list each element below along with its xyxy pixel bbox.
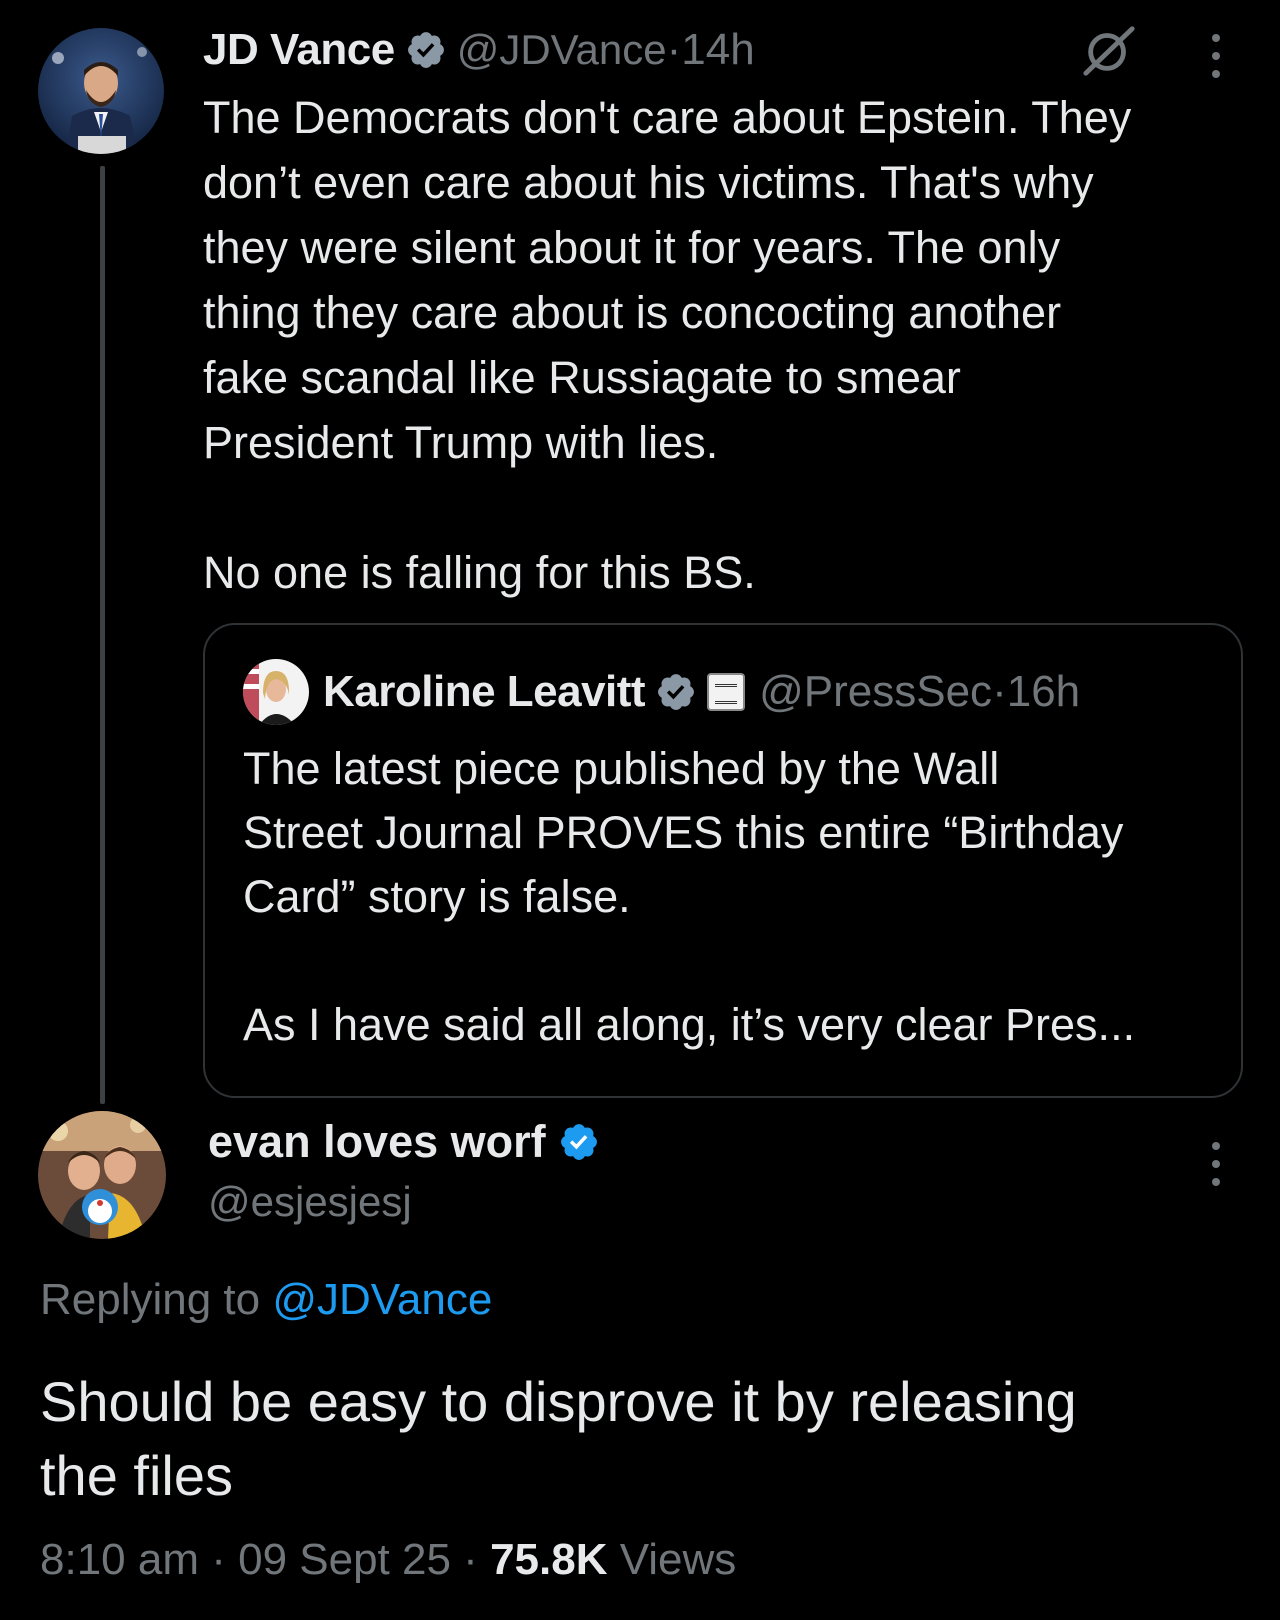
evan-avatar[interactable] [38,1111,166,1239]
post-time[interactable]: 8:10 am [40,1535,199,1584]
post-date[interactable]: 09 Sept 25 [238,1535,451,1584]
verified-badge-icon[interactable] [655,671,697,713]
reply-handle[interactable]: @esjesjesj [208,1178,610,1226]
meta-separator: · [450,1535,491,1584]
quoted-post-header: Karoline Leavitt @PressSec · 16h [243,659,1080,725]
verified-badge-icon[interactable] [558,1121,600,1163]
reply-post-text: Should be easy to disprove it by releasi… [40,1365,1240,1513]
parent-text-line: they were silent about it for years. The… [203,222,1061,273]
header-separator: · [992,667,1007,716]
white-house-badge-icon[interactable] [707,673,746,711]
reply-text-line: the files [40,1444,233,1507]
quoted-handle[interactable]: @PressSec [759,667,992,717]
parent-text-line: don’t even care about his victims. That'… [203,157,1094,208]
quoted-post-text: The latest piece published by the Wall S… [243,737,1213,1057]
quoted-text-line: Card” story is false. [243,871,631,922]
jd-vance-avatar[interactable] [38,28,164,154]
quoted-text-line: Street Journal PROVES this entire “Birth… [243,807,1124,858]
quoted-text-line: The latest piece published by the Wall [243,743,1000,794]
more-options-icon[interactable] [1207,1142,1225,1190]
parent-text-line: President Trump with lies. [203,417,719,468]
replying-to-mention[interactable]: @JDVance [272,1275,492,1324]
parent-display-name[interactable]: JD Vance [203,25,395,75]
more-options-icon[interactable] [1207,34,1225,82]
parent-text-line: fake scandal like Russiagate to smear [203,352,961,403]
quoted-text-final-line: As I have said all along, it’s very clea… [243,999,1136,1050]
quoted-timestamp[interactable]: 16h [1007,667,1080,717]
quoted-display-name[interactable]: Karoline Leavitt [323,667,646,717]
quoted-post-card[interactable]: Karoline Leavitt @PressSec · 16h The lat… [203,623,1243,1098]
grok-icon[interactable] [1080,22,1138,78]
parent-text-line: The Democrats don't care about Epstein. … [203,92,1132,143]
karoline-leavitt-avatar[interactable] [243,659,309,725]
parent-post-header: JD Vance @JDVance · 14h [203,22,755,78]
reply-post-header: evan loves worf @esjesjesj [208,1114,610,1226]
header-separator: · [666,25,682,74]
replying-to-prefix: Replying to [40,1275,273,1324]
reply-display-name[interactable]: evan loves worf [208,1116,546,1168]
views-label: Views [607,1535,737,1584]
verified-badge-icon[interactable] [405,29,447,71]
thread-connector-line [100,166,105,1104]
parent-timestamp[interactable]: 14h [681,25,754,75]
parent-handle[interactable]: @JDVance [457,26,667,74]
post-metadata: 8:10 am · 09 Sept 25 · 75.8K Views [40,1535,736,1585]
views-count[interactable]: 75.8K [490,1535,607,1584]
replying-to-line: Replying to @JDVance [40,1275,492,1325]
reply-text-line: Should be easy to disprove it by releasi… [40,1370,1077,1433]
meta-separator: · [198,1535,239,1584]
parent-text-final-line: No one is falling for this BS. [203,547,756,598]
parent-post-text: The Democrats don't care about Epstein. … [203,85,1233,605]
parent-text-line: thing they care about is concocting anot… [203,287,1062,338]
